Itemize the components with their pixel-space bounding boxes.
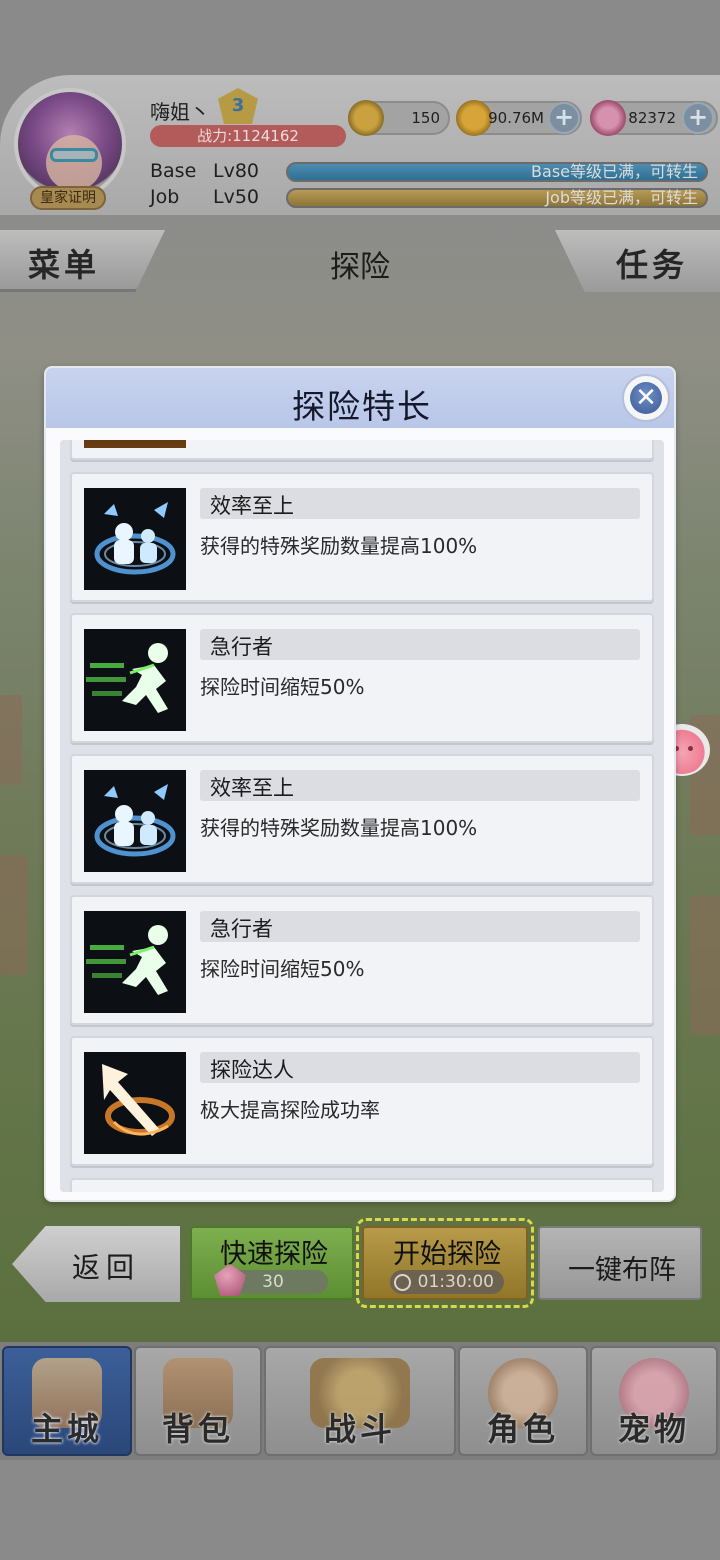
nav-role[interactable]: 角色 <box>458 1346 588 1456</box>
close-icon: ✕ <box>630 382 662 414</box>
skill-name: 效率至上 <box>210 776 294 800</box>
job-exp-bar: Job等级已满，可转生 <box>286 188 708 208</box>
skill-description: 获得的特殊奖励数量提高100% <box>200 534 478 558</box>
nav-city[interactable]: 主城 <box>2 1346 132 1456</box>
tab-menu-label: 菜单 <box>28 246 101 284</box>
list-item: 效率至上 获得的特殊奖励数量提高100% <box>70 472 654 602</box>
auto-formation-label: 一键布阵 <box>568 1255 676 1286</box>
skill-name-bar: 效率至上 <box>200 488 640 519</box>
efficiency-icon <box>84 488 186 590</box>
start-expedition-label: 开始探险 <box>393 1239 501 1270</box>
explorer-arrow-icon <box>84 1052 186 1154</box>
list-item <box>70 1178 654 1192</box>
add-gem-button[interactable]: + <box>682 102 714 134</box>
list-item: 探险达人 极大提高探险成功率 <box>70 1036 654 1166</box>
skill-name: 急行者 <box>210 917 273 941</box>
skill-name-bar: 效率至上 <box>200 770 640 801</box>
gem-icon <box>590 100 626 136</box>
clock-icon <box>394 1274 411 1291</box>
player-name: 嗨姐丶 <box>150 100 210 124</box>
nav-pet[interactable]: 宠物 <box>590 1346 718 1456</box>
dialog-title: 探险特长 <box>292 387 432 426</box>
title-badge: 皇家证明 <box>30 186 106 210</box>
power-display: 战力:1124162 <box>150 125 346 147</box>
skill-name-bar: 急行者 <box>200 911 640 942</box>
job-level: Lv50 <box>213 186 260 208</box>
coin-icon <box>348 100 384 136</box>
skill-description: 极大提高探险成功率 <box>200 1098 380 1122</box>
list-item <box>70 440 654 460</box>
quick-expedition-label: 快速探险 <box>220 1239 328 1270</box>
coin-value: 150 <box>411 109 440 127</box>
skill-name: 探险达人 <box>210 1058 294 1082</box>
runner-icon <box>84 911 186 1013</box>
skill-name-bar: 急行者 <box>200 629 640 660</box>
quick-expedition-button[interactable]: 快速探险 30 <box>190 1226 354 1300</box>
gem-value: 82372 <box>628 109 676 127</box>
runner-icon <box>84 629 186 731</box>
back-button-label: 返回 <box>72 1251 141 1284</box>
avatar-face <box>46 135 102 191</box>
coin-counter: 150 <box>348 100 450 136</box>
nav-city-label: 主城 <box>30 1410 103 1448</box>
tab-expedition-label: 探险 <box>330 250 390 285</box>
expedition-specialty-dialog: 探险特长 ✕ 效率至上 获得的特殊奖励数量提高100% 急行者 探险时间缩短50… <box>44 366 676 1202</box>
skill-description: 探险时间缩短50% <box>200 957 365 981</box>
auto-formation-button[interactable]: 一键布阵 <box>538 1226 702 1300</box>
base-exp-bar: Base等级已满，可转生 <box>286 162 708 182</box>
base-label: Base <box>150 160 197 182</box>
list-item: 效率至上 获得的特殊奖励数量提高100% <box>70 754 654 884</box>
base-level: Lv80 <box>213 160 260 182</box>
add-gold-button[interactable]: + <box>548 102 580 134</box>
efficiency-icon <box>84 770 186 872</box>
nav-bag[interactable]: 背包 <box>134 1346 262 1456</box>
background-bottom <box>0 1460 720 1560</box>
tab-tasks-label: 任务 <box>616 246 689 284</box>
skill-name: 急行者 <box>210 635 273 659</box>
list-item: 急行者 探险时间缩短50% <box>70 613 654 743</box>
nav-pet-label: 宠物 <box>617 1410 690 1448</box>
nav-battle[interactable]: 战斗 <box>264 1346 456 1456</box>
dialog-header: 探险特长 ✕ <box>46 368 674 428</box>
start-expedition-button[interactable]: 开始探险 01:30:00 <box>362 1226 528 1300</box>
skill-name: 效率至上 <box>210 494 294 518</box>
avatar-glasses <box>50 148 98 162</box>
skill-description: 获得的特殊奖励数量提高100% <box>200 816 478 840</box>
nav-bag-label: 背包 <box>161 1410 234 1448</box>
skill-list[interactable]: 效率至上 获得的特殊奖励数量提高100% 急行者 探险时间缩短50% 效率至上 … <box>60 440 664 1192</box>
gold-icon <box>456 100 492 136</box>
skill-icon <box>84 440 186 448</box>
nav-battle-label: 战斗 <box>323 1410 396 1448</box>
skill-description: 探险时间缩短50% <box>200 675 365 699</box>
gold-value: 90.76M <box>488 109 544 127</box>
nav-role-label: 角色 <box>486 1410 559 1448</box>
job-label: Job <box>150 186 180 208</box>
close-button[interactable]: ✕ <box>622 374 670 422</box>
list-item: 急行者 探险时间缩短50% <box>70 895 654 1025</box>
skill-name-bar: 探险达人 <box>200 1052 640 1083</box>
